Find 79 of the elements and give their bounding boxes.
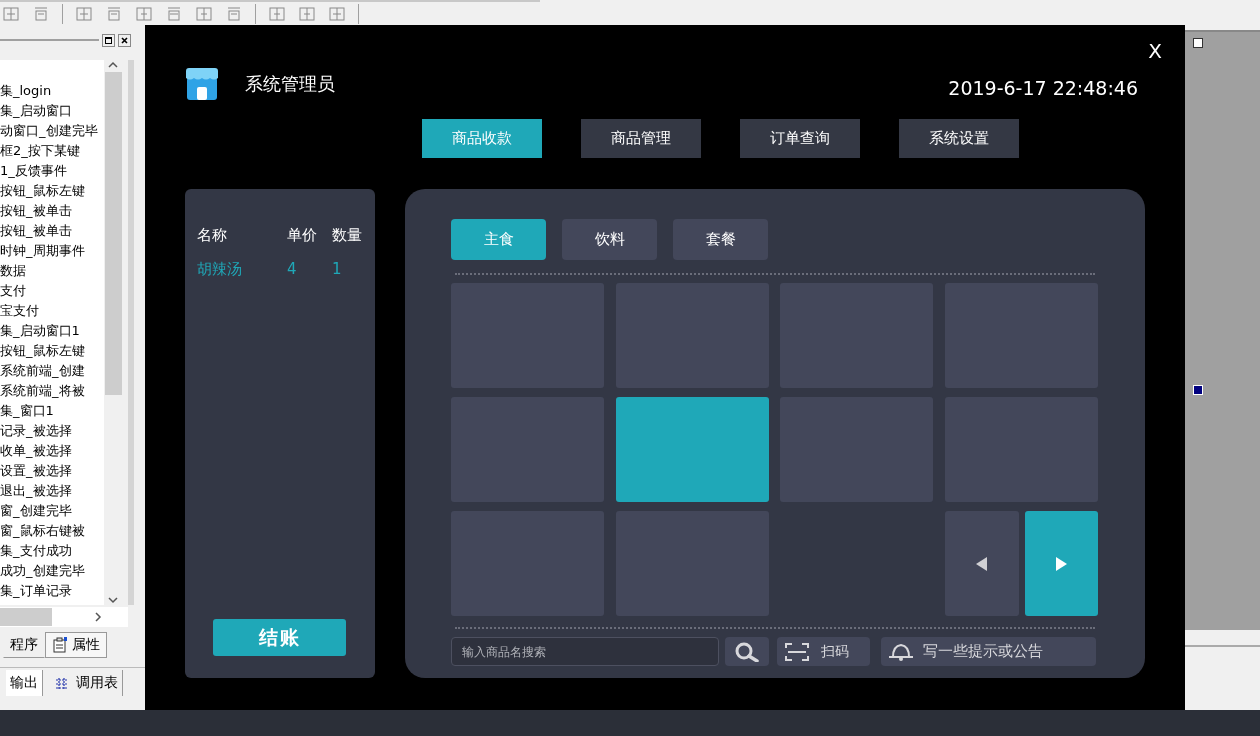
event-item[interactable]: 按钮_被单击: [0, 201, 72, 221]
align-icon[interactable]: [75, 4, 93, 23]
event-item[interactable]: 时钟_周期事件: [0, 241, 85, 261]
category-tab[interactable]: 套餐: [673, 219, 768, 260]
align-icon[interactable]: [32, 4, 50, 23]
event-item[interactable]: 窗_创建完毕: [0, 501, 72, 521]
align-icon[interactable]: [2, 4, 20, 23]
align-icon[interactable]: [298, 4, 316, 23]
grid-icon: [55, 676, 68, 690]
close-icon: [121, 36, 128, 44]
close-button[interactable]: X: [1148, 40, 1162, 62]
nav-tab[interactable]: 系统设置: [899, 119, 1019, 158]
event-item[interactable]: 按钮_鼠标左键: [0, 181, 85, 201]
event-item[interactable]: 集_启动窗口: [0, 101, 72, 121]
column-header: 数量: [332, 225, 363, 245]
event-item[interactable]: 窗_鼠标右键被: [0, 521, 85, 541]
search-field[interactable]: 输入商品名搜索: [451, 637, 719, 666]
right-triangle-icon: [1055, 556, 1068, 571]
table-cell-text: 4: [287, 260, 298, 278]
output-tab[interactable]: 输出: [6, 670, 43, 696]
maximize-icon: [105, 36, 112, 44]
event-item[interactable]: 框2_按下某键: [0, 141, 80, 161]
nav-tab[interactable]: 订单查询: [740, 119, 860, 158]
event-item[interactable]: 系统前端_创建: [0, 361, 85, 381]
align-icon[interactable]: [225, 4, 243, 23]
bell-icon: [887, 641, 915, 662]
align-icon[interactable]: [165, 4, 183, 23]
event-item[interactable]: 按钮_被单击: [0, 221, 72, 241]
search-icon: [734, 641, 760, 662]
date-time: 2019-6-17 22:48:46: [948, 77, 1138, 99]
event-item[interactable]: 1_反馈事件: [0, 161, 67, 181]
align-icon[interactable]: [135, 4, 153, 23]
left-triangle-icon: [975, 556, 988, 571]
event-item[interactable]: 集_订单记录: [0, 581, 72, 601]
event-item[interactable]: 支付: [0, 281, 26, 301]
clipboard-icon: [52, 637, 68, 653]
table-cell-text: 1: [332, 260, 343, 278]
store-icon: [185, 68, 219, 100]
search-button[interactable]: [725, 637, 769, 666]
event-item[interactable]: 集_窗口1: [0, 401, 54, 421]
event-item[interactable]: 收单_被选择: [0, 441, 72, 461]
panel-tab[interactable]: 属性: [45, 632, 107, 658]
output-tab[interactable]: 调用表: [51, 670, 123, 696]
previous-button[interactable]: [945, 511, 1019, 616]
event-item[interactable]: 数据: [0, 261, 26, 281]
event-item[interactable]: 集_login: [0, 81, 52, 101]
scan-button[interactable]: 扫码: [777, 637, 870, 666]
nav-tab[interactable]: 商品管理: [581, 119, 701, 158]
maximize-button[interactable]: [102, 33, 115, 47]
user-name: 系统管理员: [245, 72, 335, 96]
scrollbar-thumb[interactable]: [0, 608, 52, 626]
event-item[interactable]: 设置_被选择: [0, 461, 72, 481]
scroll-right-icon[interactable]: [93, 612, 103, 622]
event-item[interactable]: 集_支付成功: [0, 541, 72, 561]
column-header: 名称: [197, 225, 228, 245]
category-tab[interactable]: 饮料: [562, 219, 657, 260]
scroll-up-icon[interactable]: [108, 60, 118, 70]
resize-handle[interactable]: [1193, 38, 1203, 48]
event-item[interactable]: 集_启动窗口1: [0, 321, 80, 341]
event-item[interactable]: 系统前端_将被: [0, 381, 85, 401]
table-cell-text: 胡辣汤: [197, 259, 243, 279]
close-button[interactable]: [118, 33, 131, 47]
next-button[interactable]: [1024, 511, 1099, 616]
align-icon[interactable]: [328, 4, 346, 23]
event-item[interactable]: 记录_被选择: [0, 421, 72, 441]
scan-icon: [785, 641, 809, 662]
column-header: 单价: [287, 225, 318, 245]
event-item[interactable]: 动窗口_创建完毕: [0, 121, 98, 141]
align-icon[interactable]: [195, 4, 213, 23]
event-item[interactable]: 退出_被选择: [0, 481, 72, 501]
event-item[interactable]: 成功_创建完毕: [0, 561, 85, 581]
align-icon[interactable]: [268, 4, 286, 23]
align-icon[interactable]: [105, 4, 123, 23]
product-tile[interactable]: [615, 397, 769, 502]
scroll-down-icon[interactable]: [108, 595, 118, 605]
event-item[interactable]: 宝支付: [0, 301, 39, 321]
notice-button[interactable]: 写一些提示或公告: [881, 637, 1096, 666]
event-item[interactable]: 按钮_鼠标左键: [0, 341, 85, 361]
scrollbar-thumb[interactable]: [104, 72, 122, 395]
